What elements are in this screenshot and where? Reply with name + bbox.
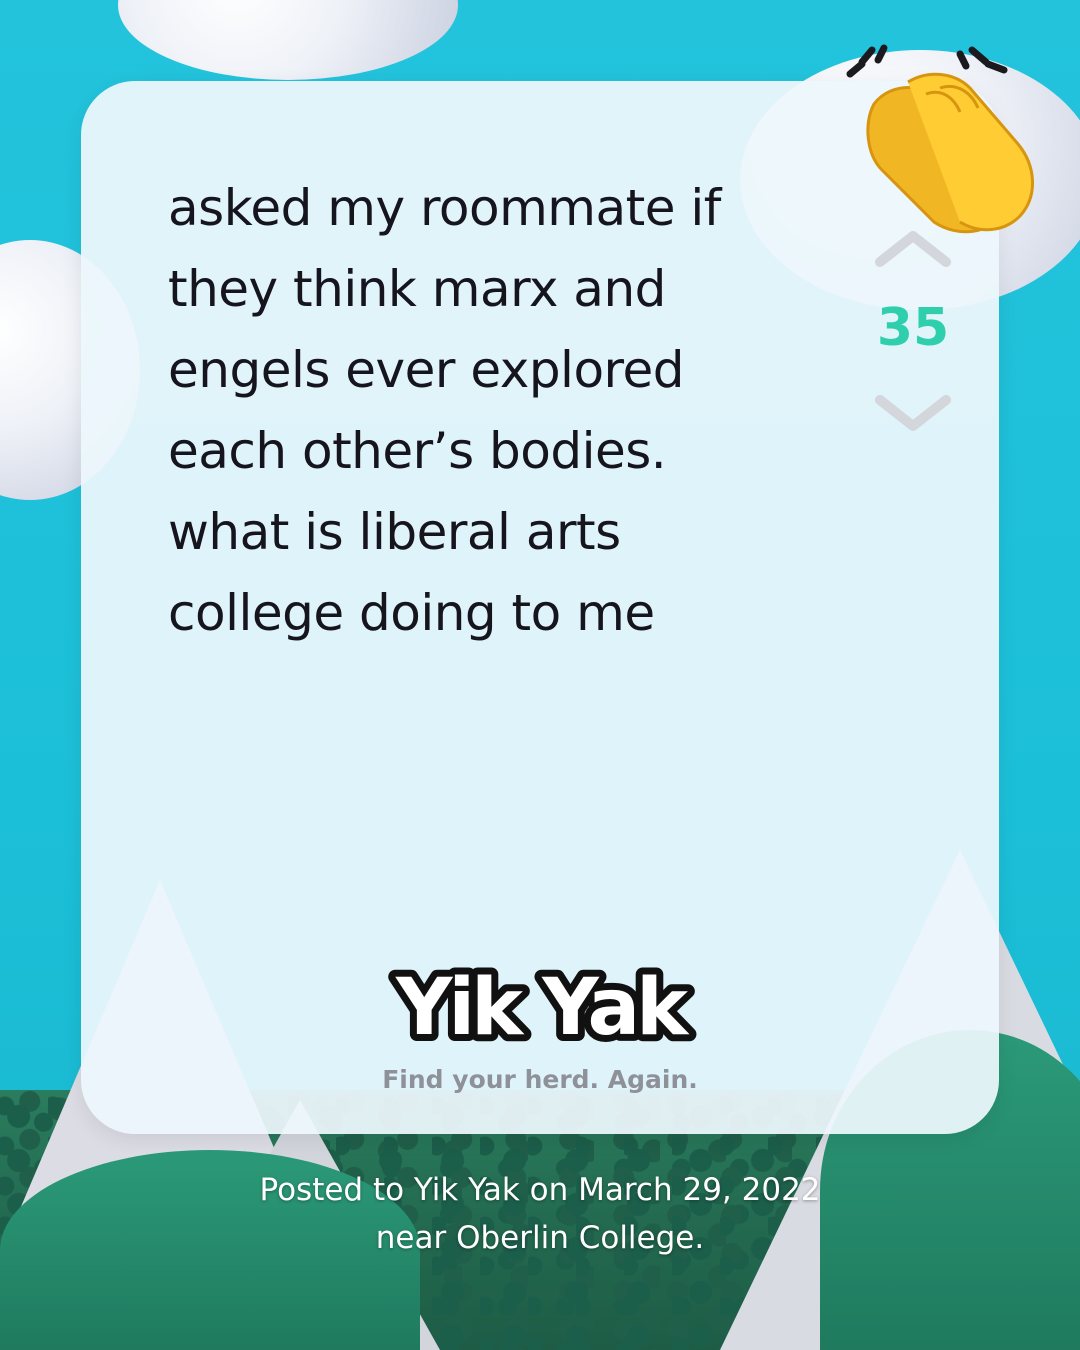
yik-yak-logo-text: Yik Yak — [395, 963, 690, 1052]
post-text-line: college doing to me — [168, 584, 655, 642]
yik-yak-logo: Yik Yak — [388, 956, 699, 1052]
caption-line-date: Posted to Yik Yak on March 29, 2022 — [259, 1172, 821, 1208]
clap-motion-marks — [846, 44, 1008, 78]
post-caption: Posted to Yik Yak on March 29, 2022 near… — [180, 1166, 900, 1262]
brand-tagline: Find your herd. Again. — [382, 1065, 698, 1094]
clapping-hands-icon[interactable] — [842, 42, 1052, 242]
post-text-line: engels ever explored — [168, 341, 685, 399]
post-text-line: they think marx and — [168, 260, 666, 318]
chevron-down-icon[interactable] — [872, 392, 954, 436]
vote-count: 35 — [876, 298, 950, 358]
post-text-line: asked my roommate if — [168, 179, 721, 237]
post-text-line: what is liberal arts — [168, 503, 621, 561]
post-text: asked my roommate if they think marx and… — [168, 168, 808, 654]
caption-line-location: near Oberlin College. — [375, 1220, 705, 1256]
post-text-line: each other’s bodies. — [168, 422, 667, 480]
